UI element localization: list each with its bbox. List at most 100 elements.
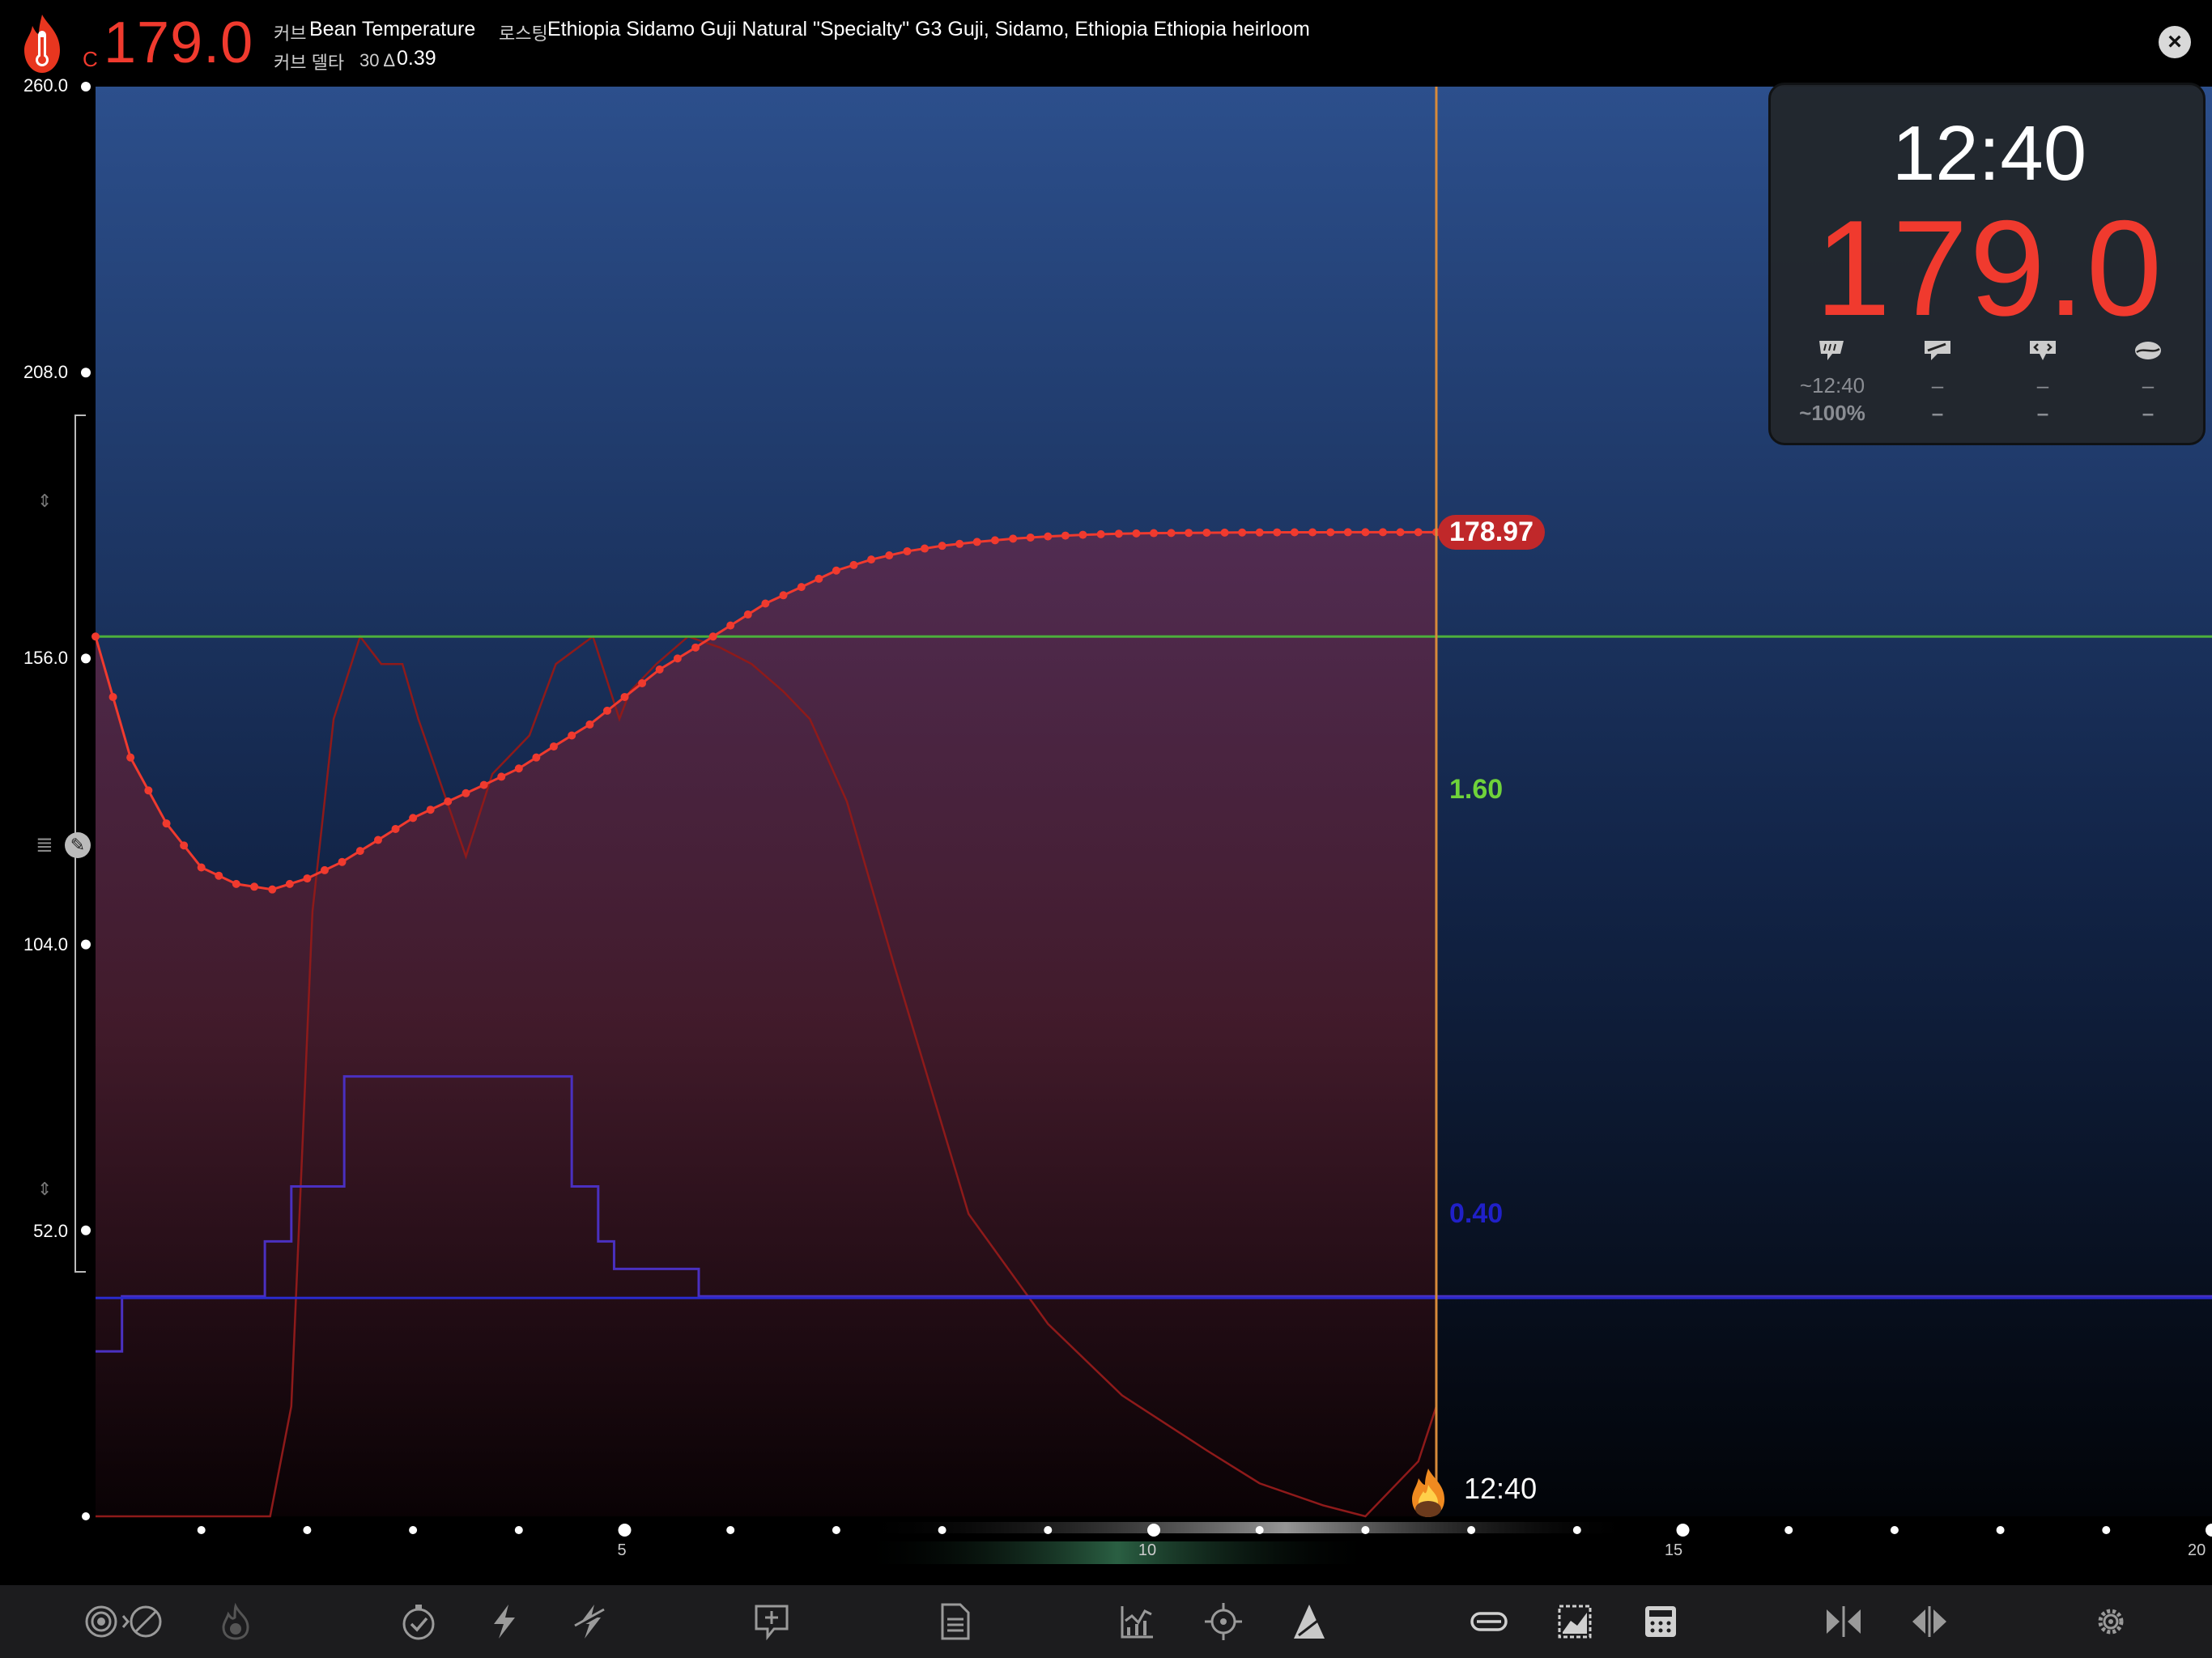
bean-temp-point: [1132, 529, 1141, 538]
bean-temp-point: [197, 863, 206, 872]
bean-temp-point: [162, 819, 171, 828]
bean-temp-point: [779, 591, 788, 600]
bolt-slash-icon[interactable]: [568, 1600, 612, 1643]
panel-col3-row1: –: [2036, 373, 2049, 397]
bean-temp-point: [391, 824, 400, 833]
x-minor-tick-dot: [514, 1526, 523, 1534]
x-minor-tick-dot: [1996, 1526, 2005, 1534]
development-icon[interactable]: [2027, 338, 2059, 363]
bean-temp-point: [568, 731, 576, 740]
coffee-bean-icon[interactable]: [2132, 338, 2164, 363]
bean-temp-point: [144, 786, 153, 795]
y-tick-label: 52.0: [33, 1221, 68, 1241]
bean-temp-point: [638, 678, 647, 687]
bean-temp-point: [585, 720, 594, 729]
x-minor-tick-dot: [1361, 1526, 1370, 1534]
bean-temp-point: [903, 546, 912, 555]
y-tick-dot: [82, 1512, 90, 1520]
x-minor-tick-dot: [1784, 1526, 1793, 1534]
area-select-icon[interactable]: [1553, 1600, 1597, 1643]
collapse-icon[interactable]: [1822, 1600, 1865, 1643]
bean-temp-point: [1290, 528, 1299, 537]
roast-flame-icon: [1407, 1467, 1449, 1519]
info-panel[interactable]: 12:40 179.0 ~12:40 ~100% – – – – – –: [1768, 83, 2206, 445]
x-tick-label: 5: [617, 1541, 627, 1559]
bean-temp-value-label: 178.97: [1438, 515, 1545, 550]
bean-temp-point: [797, 583, 806, 592]
bean-temp-point: [1061, 531, 1070, 540]
bean-temp-point: [1255, 528, 1264, 537]
bean-temp-point: [1273, 528, 1282, 537]
bean-temp-point: [972, 538, 981, 546]
y-tick-label: 208.0: [23, 362, 68, 382]
x-minor-tick-dot: [303, 1526, 312, 1534]
timer-check-icon[interactable]: [397, 1600, 440, 1643]
cancel-icon[interactable]: [118, 1600, 162, 1643]
bean-temp-point: [726, 621, 735, 630]
crosshair-icon[interactable]: [1202, 1600, 1245, 1643]
comment-add-icon[interactable]: [750, 1600, 793, 1643]
bean-temp-point: [761, 599, 770, 608]
bean-temp-point: [620, 692, 629, 701]
y-tick-dot: [81, 368, 91, 378]
expand-icon[interactable]: [1908, 1600, 1951, 1643]
panel-col2-row2: –: [1931, 401, 1944, 425]
x-major-tick-dot: [618, 1524, 632, 1537]
target-icon[interactable]: [79, 1600, 123, 1643]
bean-temp-point: [532, 753, 541, 762]
bolt-icon[interactable]: [483, 1600, 526, 1643]
x-minor-tick-dot: [1255, 1526, 1264, 1534]
bean-temp-point: [708, 632, 717, 641]
calculator-icon[interactable]: [1639, 1600, 1682, 1643]
x-tick-label: 20: [2188, 1541, 2206, 1559]
x-minor-tick-dot: [938, 1526, 946, 1534]
bean-temp-point: [426, 806, 435, 814]
bean-temp-point: [849, 560, 858, 569]
bean-temp-point: [1078, 530, 1087, 539]
bean-temp-point: [285, 879, 294, 888]
panel-col4-row2: –: [2142, 401, 2155, 425]
chart-icon[interactable]: [1116, 1600, 1159, 1643]
bean-temp-point: [1396, 528, 1405, 537]
panel-col3-row2: –: [2036, 401, 2049, 425]
x-minor-tick-dot: [1890, 1526, 1899, 1534]
bean-temp-point: [955, 539, 964, 548]
bean-temp-point: [1414, 528, 1423, 537]
bean-temp-point: [832, 566, 840, 575]
first-crack-icon[interactable]: [1921, 338, 1954, 363]
pill-icon[interactable]: [1467, 1600, 1511, 1643]
bean-temp-point: [743, 610, 752, 619]
flame-icon[interactable]: [214, 1600, 257, 1643]
bean-temp-point: [479, 780, 488, 789]
bean-temp-point: [514, 764, 523, 773]
document-icon[interactable]: [933, 1600, 976, 1643]
bean-temp-point: [1026, 533, 1035, 542]
bean-temp-point: [1202, 529, 1211, 538]
range-handle-bottom-icon[interactable]: ⇕: [37, 1179, 52, 1200]
x-major-tick-dot: [1147, 1524, 1160, 1537]
bean-temp-point: [1044, 532, 1053, 541]
bean-temp-point: [373, 835, 382, 844]
range-handle-top-icon[interactable]: ⇕: [37, 491, 52, 512]
drop-flag-icon[interactable]: [1816, 338, 1848, 363]
bean-temp-point: [1009, 534, 1018, 543]
x-minor-tick-dot: [2102, 1526, 2111, 1534]
green-line-value-label: 1.60: [1449, 774, 1504, 805]
x-tick-label: 10: [1138, 1541, 1157, 1559]
bean-temp-point: [1150, 529, 1158, 538]
gear-icon[interactable]: [2089, 1600, 2133, 1643]
bean-temp-point: [303, 874, 312, 883]
bean-temp-point: [655, 665, 664, 674]
lines-icon[interactable]: ≣: [36, 832, 53, 857]
bean-temp-point: [250, 882, 259, 891]
edit-icon[interactable]: ✎: [65, 832, 91, 858]
x-major-tick-dot: [1676, 1524, 1690, 1537]
y-tick-label: 260.0: [23, 75, 68, 96]
bean-temp-point: [885, 551, 894, 560]
y-tick-label: 156.0: [23, 648, 68, 668]
bean-temp-point: [444, 797, 453, 806]
triangle-icon[interactable]: [1287, 1600, 1331, 1643]
panel-col1-row2: ~100%: [1799, 401, 1865, 425]
cursor-time-label: 12:40: [1464, 1472, 1538, 1505]
bean-temp-point: [938, 542, 946, 551]
